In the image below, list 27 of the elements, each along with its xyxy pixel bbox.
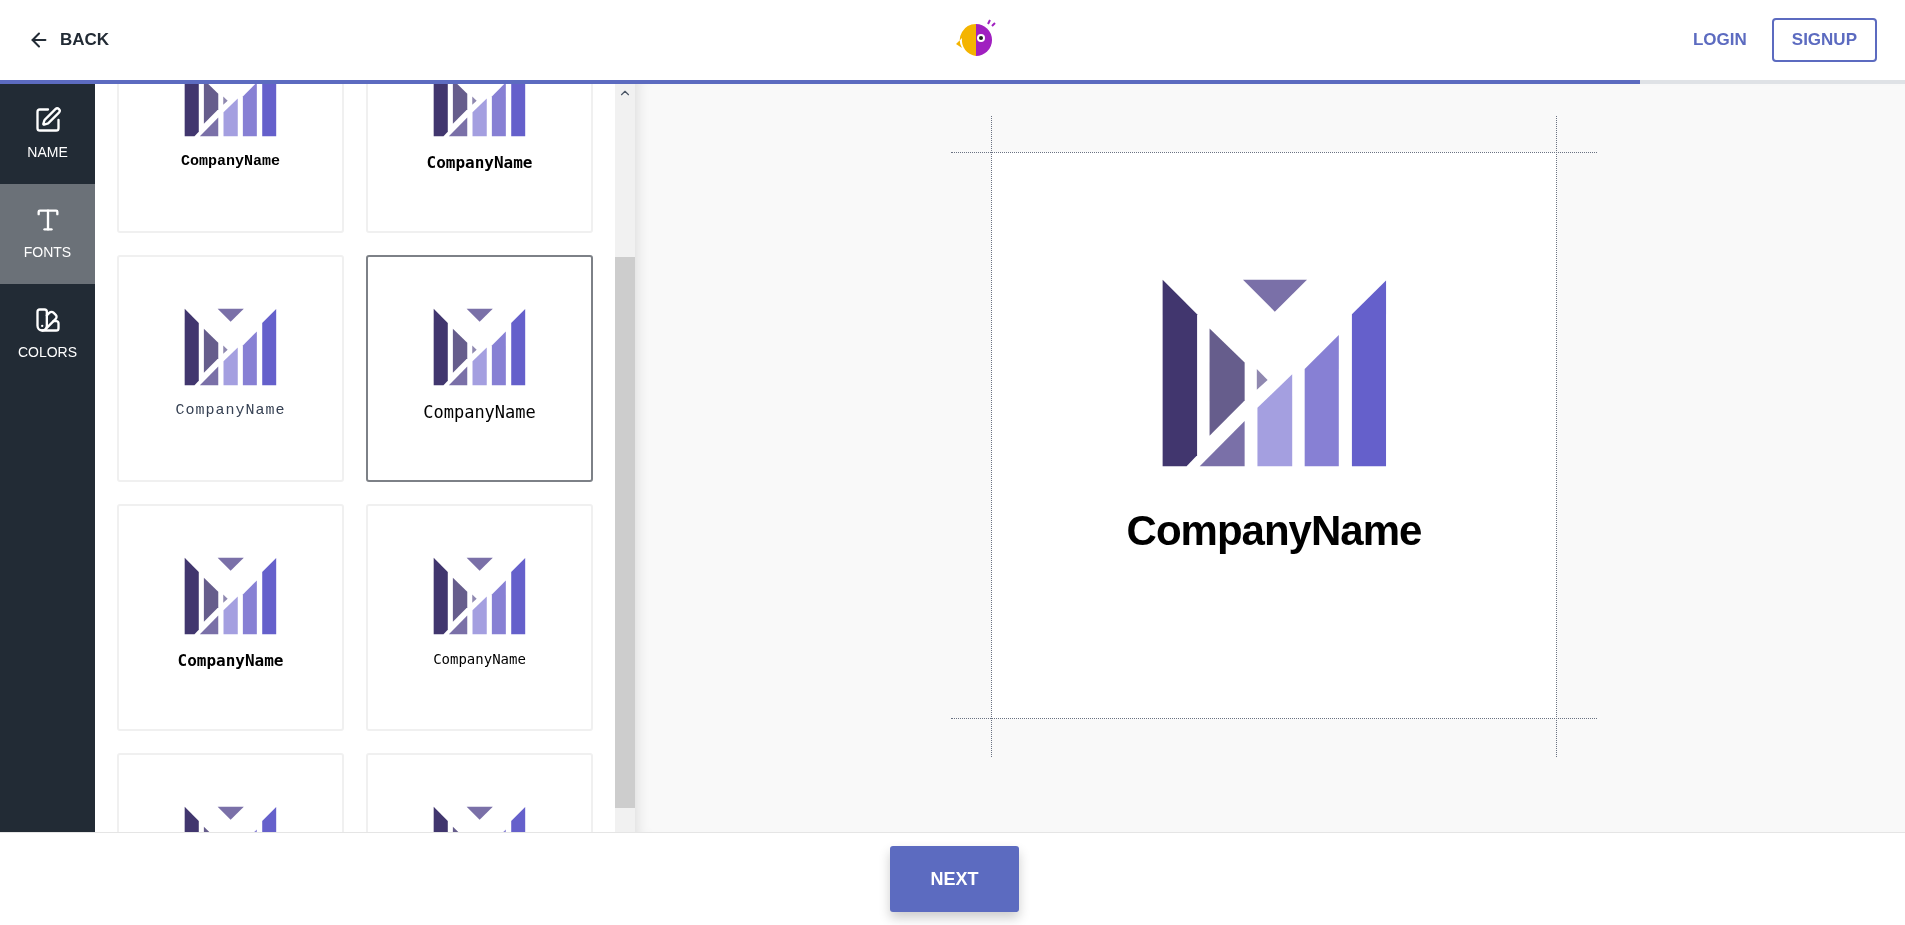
next-button[interactable]: NEXT [890, 846, 1019, 912]
back-button[interactable]: BACK [28, 27, 110, 53]
font-sample: CompanyName [426, 152, 533, 174]
company-name: CompanyName [1126, 506, 1422, 556]
swatch-icon [33, 305, 62, 334]
font-option-card[interactable]: CompanyName [366, 255, 593, 482]
font-sample: CompanyName [433, 650, 526, 669]
font-sample: CompanyName [423, 401, 536, 424]
signup-button[interactable]: SIGNUP [1771, 18, 1877, 62]
font-option-card[interactable]: CompanyName [117, 84, 344, 233]
font-option-card[interactable]: CompanyName [117, 504, 344, 731]
font-option-card[interactable]: CompanyName [366, 504, 593, 731]
scrollbar-thumb[interactable] [615, 257, 635, 808]
login-link[interactable]: LOGIN [1692, 27, 1747, 53]
m-logo-icon [1160, 277, 1388, 469]
pencil-square-icon [33, 105, 62, 134]
sidebar-item[interactable]: FONTS [0, 184, 95, 284]
font-sample: CompanyName [181, 152, 280, 172]
m-logo-icon [433, 557, 526, 635]
font-sample: CompanyName [175, 401, 286, 421]
m-logo-icon [433, 308, 526, 386]
m-logo-icon [184, 557, 277, 635]
font-sample: CompanyName [177, 650, 284, 672]
m-logo-icon [184, 308, 277, 386]
font-option-card[interactable]: CompanyName [117, 255, 344, 482]
scrollbar[interactable] [615, 84, 635, 832]
font-option-card[interactable]: CompanyName [366, 84, 593, 233]
